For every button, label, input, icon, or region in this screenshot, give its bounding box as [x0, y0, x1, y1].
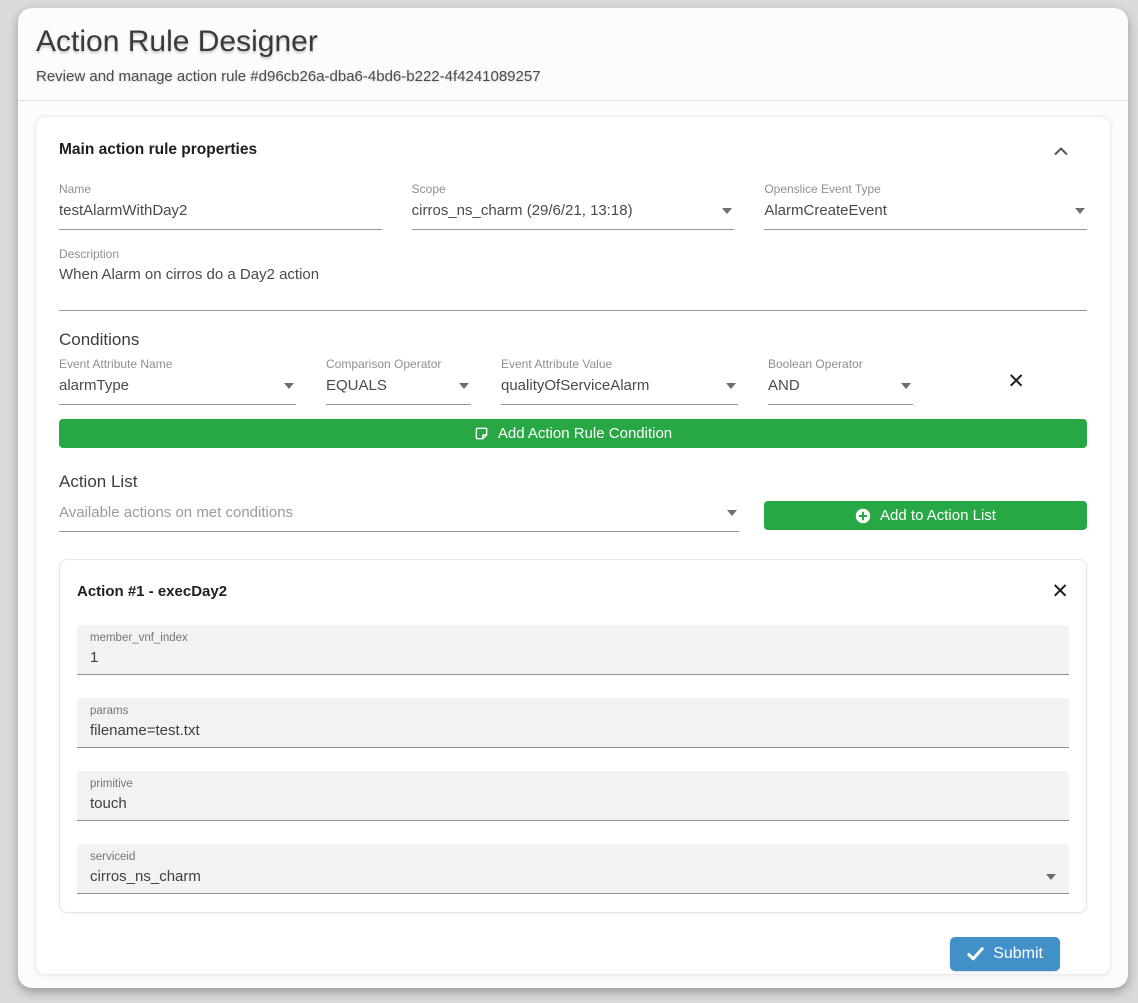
chevron-up-icon[interactable] — [1053, 143, 1069, 161]
caret-down-icon — [726, 383, 736, 389]
main-form-card: Main action rule properties Name testAla… — [35, 116, 1111, 975]
submit-button-label: Submit — [993, 945, 1043, 963]
event-attribute-value-select[interactable]: Event Attribute Value qualityOfServiceAl… — [501, 357, 738, 405]
scope-select[interactable]: Scope cirros_ns_charm (29/6/21, 13:18) — [412, 182, 735, 230]
description-value: When Alarm on cirros do a Day2 action — [59, 266, 319, 283]
header-divider — [18, 100, 1128, 101]
remove-action-icon[interactable]: ✕ — [1051, 581, 1069, 602]
available-actions-placeholder: Available actions on met conditions — [59, 504, 293, 521]
main-properties-header-row: Main action rule properties — [59, 141, 1087, 161]
action-rule-designer-panel: Action Rule Designer Review and manage a… — [18, 8, 1128, 988]
condition-row: Event Attribute Name alarmType Compariso… — [59, 357, 1087, 405]
serviceid-value: cirros_ns_charm — [90, 867, 201, 886]
event-attribute-name-value: alarmType — [59, 377, 129, 394]
page-title: Action Rule Designer — [36, 25, 1110, 59]
serviceid-select[interactable]: serviceid cirros_ns_charm — [77, 844, 1069, 894]
note-add-icon — [474, 426, 489, 441]
scope-value: cirros_ns_charm (29/6/21, 13:18) — [412, 202, 633, 219]
available-actions-select[interactable]: Available actions on met conditions — [59, 498, 739, 532]
primitive-label: primitive — [90, 778, 1056, 791]
params-label: params — [90, 705, 1056, 718]
action-list-heading: Action List — [59, 472, 1087, 492]
submit-button[interactable]: Submit — [950, 937, 1060, 971]
primitive-value: touch — [90, 794, 127, 813]
event-attribute-name-label: Event Attribute Name — [59, 357, 296, 371]
action-card: Action #1 - execDay2 ✕ member_vnf_index … — [59, 559, 1087, 913]
remove-condition-icon[interactable]: ✕ — [1007, 371, 1025, 392]
add-to-action-list-label: Add to Action List — [880, 507, 996, 524]
serviceid-label: serviceid — [90, 851, 1056, 864]
comparison-operator-select[interactable]: Comparison Operator EQUALS — [326, 357, 471, 405]
description-field[interactable]: Description When Alarm on cirros do a Da… — [59, 247, 1087, 311]
boolean-operator-value: AND — [768, 377, 800, 394]
page-subtitle: Review and manage action rule #d96cb26a-… — [36, 68, 1110, 85]
description-label: Description — [59, 247, 1087, 261]
action-title: Action #1 - execDay2 — [77, 583, 227, 600]
member-vnf-index-label: member_vnf_index — [90, 632, 1056, 645]
add-to-action-list-button[interactable]: Add to Action List — [764, 501, 1087, 530]
member-vnf-index-field[interactable]: member_vnf_index 1 — [77, 625, 1069, 675]
caret-down-icon — [284, 383, 294, 389]
action-card-header: Action #1 - execDay2 ✕ — [77, 577, 1069, 602]
comparison-operator-label: Comparison Operator — [326, 357, 471, 371]
params-value: filename=test.txt — [90, 721, 200, 740]
page-background: Action Rule Designer Review and manage a… — [0, 0, 1138, 1003]
caret-down-icon — [901, 383, 911, 389]
boolean-operator-select[interactable]: Boolean Operator AND — [768, 357, 913, 405]
comparison-operator-value: EQUALS — [326, 377, 387, 394]
main-properties-heading: Main action rule properties — [59, 141, 257, 159]
action-select-row: Available actions on met conditions Add … — [59, 498, 1087, 532]
name-value: testAlarmWithDay2 — [59, 202, 187, 219]
caret-down-icon — [727, 510, 737, 516]
event-attribute-value-label: Event Attribute Value — [501, 357, 738, 371]
primitive-field[interactable]: primitive touch — [77, 771, 1069, 821]
caret-down-icon — [1075, 208, 1085, 214]
event-attribute-value-value: qualityOfServiceAlarm — [501, 377, 649, 394]
event-type-value: AlarmCreateEvent — [764, 202, 887, 219]
add-condition-button[interactable]: Add Action Rule Condition — [59, 419, 1087, 448]
add-condition-button-label: Add Action Rule Condition — [498, 425, 672, 442]
boolean-operator-label: Boolean Operator — [768, 357, 913, 371]
caret-down-icon — [459, 383, 469, 389]
name-label: Name — [59, 182, 382, 196]
check-icon — [967, 947, 984, 961]
event-type-label: Openslice Event Type — [764, 182, 1087, 196]
page-header: Action Rule Designer Review and manage a… — [18, 8, 1128, 85]
caret-down-icon — [722, 208, 732, 214]
submit-row: Submit — [59, 937, 1087, 971]
conditions-heading: Conditions — [59, 330, 1087, 350]
plus-circle-icon — [855, 508, 871, 524]
scope-label: Scope — [412, 182, 735, 196]
event-attribute-name-select[interactable]: Event Attribute Name alarmType — [59, 357, 296, 405]
caret-down-icon — [1046, 874, 1056, 880]
member-vnf-index-value: 1 — [90, 648, 98, 667]
properties-field-row: Name testAlarmWithDay2 Scope cirros_ns_c… — [59, 182, 1087, 230]
name-field[interactable]: Name testAlarmWithDay2 — [59, 182, 382, 230]
event-type-select[interactable]: Openslice Event Type AlarmCreateEvent — [764, 182, 1087, 230]
params-field[interactable]: params filename=test.txt — [77, 698, 1069, 748]
